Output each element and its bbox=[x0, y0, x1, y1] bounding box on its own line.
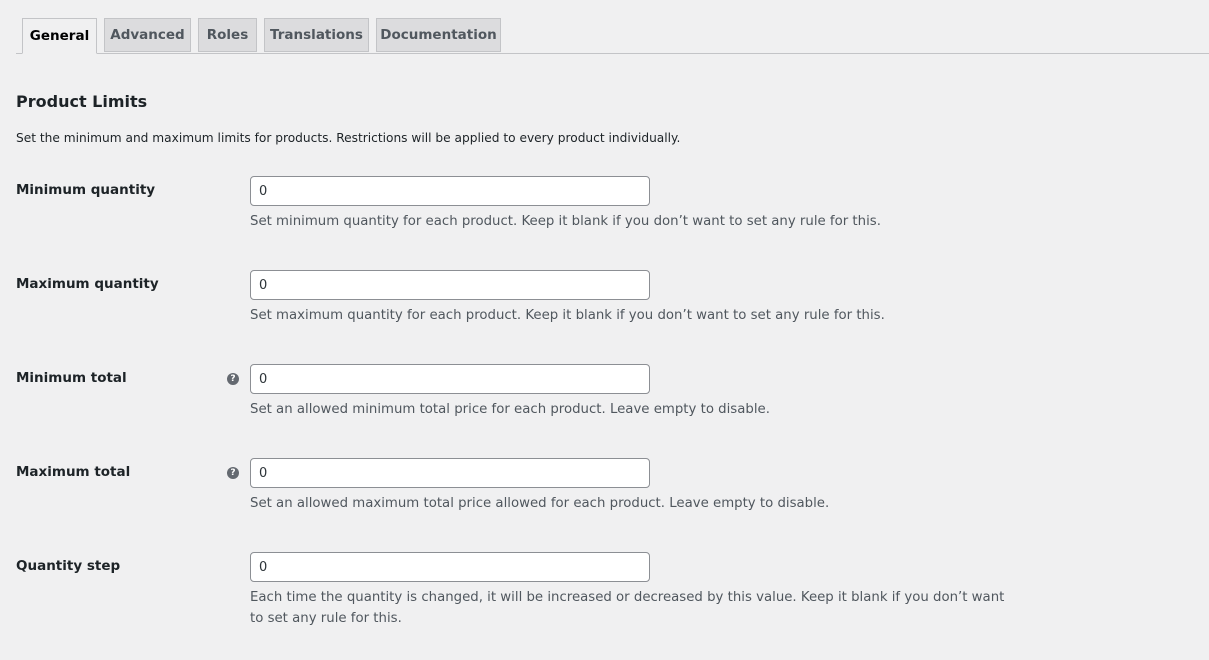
min-total-input[interactable] bbox=[250, 364, 650, 394]
tab-bar: General Advanced Roles Translations Docu… bbox=[0, 0, 1209, 54]
section-title: Product Limits bbox=[16, 92, 148, 111]
quantity-step-input[interactable] bbox=[250, 552, 650, 582]
question-circle-icon[interactable]: ? bbox=[227, 467, 239, 479]
tab-advanced[interactable]: Advanced bbox=[104, 18, 191, 52]
tab-roles[interactable]: Roles bbox=[198, 18, 257, 52]
max-total-input[interactable] bbox=[250, 458, 650, 488]
min-total-label: Minimum total bbox=[16, 370, 127, 386]
section-description: Set the minimum and maximum limits for p… bbox=[16, 131, 681, 145]
quantity-step-description: Each time the quantity is changed, it wi… bbox=[250, 590, 1005, 626]
min-quantity-description: Set minimum quantity for each product. K… bbox=[250, 214, 881, 229]
max-quantity-description: Set maximum quantity for each product. K… bbox=[250, 308, 885, 323]
max-quantity-input[interactable] bbox=[250, 270, 650, 300]
tab-documentation[interactable]: Documentation bbox=[376, 18, 501, 52]
min-quantity-label: Minimum quantity bbox=[16, 182, 156, 198]
question-circle-icon[interactable]: ? bbox=[227, 373, 239, 385]
tab-bar-divider bbox=[16, 53, 1209, 54]
quantity-step-label: Quantity step bbox=[16, 558, 121, 574]
min-quantity-input[interactable] bbox=[250, 176, 650, 206]
max-total-description: Set an allowed maximum total price allow… bbox=[250, 496, 830, 511]
tab-general[interactable]: General bbox=[22, 18, 97, 54]
min-total-description: Set an allowed minimum total price for e… bbox=[250, 402, 770, 417]
max-total-label: Maximum total bbox=[16, 464, 131, 480]
tab-translations[interactable]: Translations bbox=[264, 18, 369, 52]
settings-page: General Advanced Roles Translations Docu… bbox=[0, 0, 1209, 660]
max-quantity-label: Maximum quantity bbox=[16, 276, 159, 292]
